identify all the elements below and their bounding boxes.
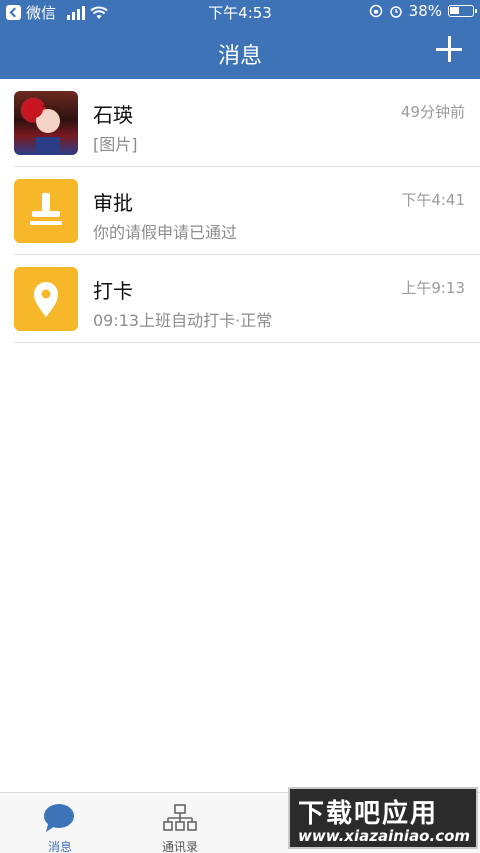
page-title: 消息 bbox=[217, 44, 262, 69]
checkin-avatar bbox=[14, 267, 78, 331]
alarm-icon bbox=[389, 6, 402, 18]
conversation-item[interactable]: 打卡 09:13上班自动打卡·正常 上午9:13 bbox=[0, 255, 480, 343]
approval-avatar bbox=[14, 179, 78, 243]
conversation-item[interactable]: 石瑛 [图片] 49分钟前 bbox=[0, 79, 480, 167]
conversation-time: 49分钟前 bbox=[400, 103, 465, 121]
conversation-name: 打卡 bbox=[93, 279, 133, 303]
watermark-url: www.xiazainiao.com bbox=[298, 827, 471, 845]
tab-contacts[interactable]: 通讯录 bbox=[120, 793, 240, 853]
conversation-preview: 你的请假申请已通过 bbox=[93, 223, 238, 242]
conversation-name: 石瑛 bbox=[93, 103, 133, 127]
watermark-title: 下载吧应用 bbox=[298, 799, 439, 829]
conversation-list: 石瑛 [图片] 49分钟前 审批 你的请假申请已通过 下午4:41 打卡 09:… bbox=[0, 79, 480, 343]
conversation-preview: 09:13上班自动打卡·正常 bbox=[93, 311, 273, 330]
org-chart-icon bbox=[163, 804, 197, 831]
rotation-lock-icon bbox=[369, 4, 382, 18]
conversation-time: 下午4:41 bbox=[401, 191, 465, 209]
conversation-preview: [图片] bbox=[93, 135, 138, 154]
divider bbox=[14, 342, 480, 343]
chat-bubble-icon bbox=[44, 804, 74, 832]
conversation-name: 审批 bbox=[93, 191, 133, 215]
user-photo-icon bbox=[25, 100, 64, 155]
location-pin-icon bbox=[34, 282, 58, 317]
tab-label: 消息 bbox=[47, 840, 72, 853]
plus-icon[interactable] bbox=[436, 36, 462, 62]
user-avatar bbox=[14, 91, 78, 155]
tab-messages[interactable]: 消息 bbox=[0, 793, 120, 853]
status-bar: 微信 下午4:53 38% bbox=[0, 0, 480, 22]
conversation-time: 上午9:13 bbox=[401, 279, 465, 297]
stamp-icon bbox=[30, 193, 62, 225]
battery-percent: 38% bbox=[408, 2, 442, 20]
status-right: 38% bbox=[369, 2, 477, 20]
watermark: 下载吧应用 www.xiazainiao.com bbox=[288, 787, 478, 849]
top-bar: 微信 下午4:53 38% 消息 bbox=[0, 0, 480, 79]
tab-label: 通讯录 bbox=[161, 840, 198, 853]
conversation-item[interactable]: 审批 你的请假申请已通过 下午4:41 bbox=[0, 167, 480, 255]
battery-icon bbox=[448, 5, 477, 17]
